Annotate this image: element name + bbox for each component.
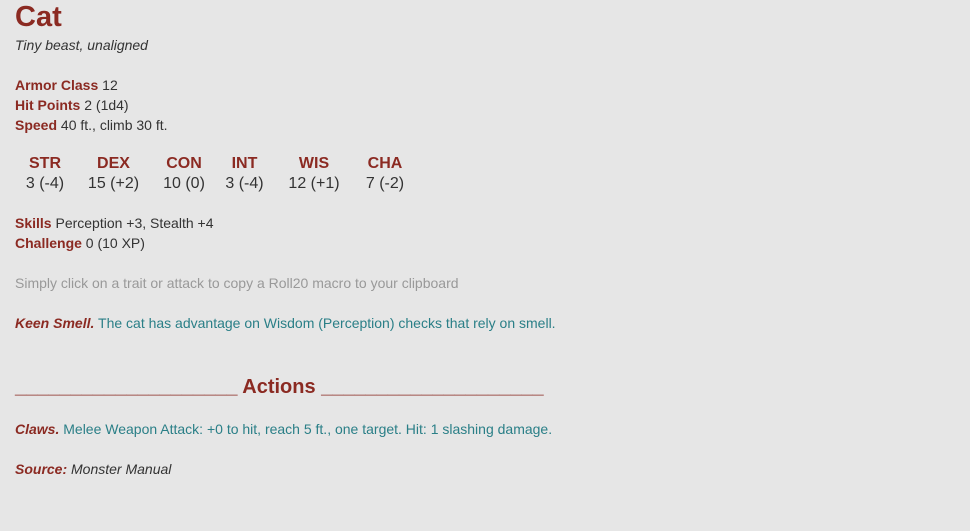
ability-score: 10 (0) [163,175,205,192]
action-text: Melee Weapon Attack: +0 to hit, reach 5 … [63,421,553,437]
extra-stats: Skills Perception +3, Stealth +4 Challen… [15,213,955,253]
ability-name: DEX [97,155,130,172]
ability-name: CHA [367,155,403,172]
ability-con: CON 10 (0) [152,154,216,194]
action-name: Claws. [15,421,60,437]
hit-points-line: Hit Points 2 (1d4) [15,95,955,115]
source-line: Source: Monster Manual [15,459,955,479]
monster-name: Cat [15,1,62,33]
ability-str: STR 3 (-4) [15,154,75,194]
ability-int: INT 3 (-4) [216,154,273,194]
monster-type-line: Tiny beast, unaligned [15,37,148,53]
ability-wis: WIS 12 (+1) [273,154,355,194]
source-label: Source: [15,461,68,477]
skills-line: Skills Perception +3, Stealth +4 [15,213,955,233]
armor-class-line: Armor Class 12 [15,75,955,95]
armor-class-label: Armor Class [15,77,99,93]
action-claws[interactable]: Claws. Melee Weapon Attack: +0 to hit, r… [15,419,955,439]
ability-name: INT [231,155,258,172]
ability-name: STR [29,155,61,172]
ability-score: 12 (+1) [288,175,340,192]
core-stats: Armor Class 12 Hit Points 2 (1d4) Speed … [15,75,955,135]
ability-name: WIS [298,155,330,172]
challenge-label: Challenge [15,235,82,251]
ability-score: 7 (-2) [365,175,405,192]
hit-points-label: Hit Points [15,97,81,113]
armor-class-value: 12 [102,77,118,93]
copy-macro-hint: Simply click on a trait or attack to cop… [15,275,459,291]
challenge-line: Challenge 0 (10 XP) [15,233,955,253]
ability-score: 3 (-4) [25,175,65,192]
speed-line: Speed 40 ft., climb 30 ft. [15,115,955,135]
ability-name: CON [166,155,202,172]
ability-dex: DEX 15 (+2) [75,154,152,194]
challenge-value: 0 (10 XP) [85,235,145,251]
trait-text: The cat has advantage on Wisdom (Percept… [98,315,556,331]
hit-points-value: 2 (1d4) [84,97,129,113]
ability-cha: CHA 7 (-2) [355,154,415,194]
stat-block: Cat Tiny beast, unaligned Armor Class 12… [15,0,955,479]
skills-value: Perception +3, Stealth +4 [55,215,214,231]
ability-score: 15 (+2) [87,175,140,192]
ability-score: 3 (-4) [225,175,264,192]
actions-section-header: ____________________ Actions ___________… [15,376,544,398]
trait-keen-smell[interactable]: Keen Smell. The cat has advantage on Wis… [15,313,955,333]
source-value: Monster Manual [71,461,172,477]
speed-value: 40 ft., climb 30 ft. [60,117,168,133]
speed-label: Speed [15,117,58,133]
skills-label: Skills [15,215,52,231]
ability-scores: STR 3 (-4) DEX 15 (+2) CON 10 (0) INT 3 … [15,154,955,194]
trait-name: Keen Smell. [15,315,95,331]
